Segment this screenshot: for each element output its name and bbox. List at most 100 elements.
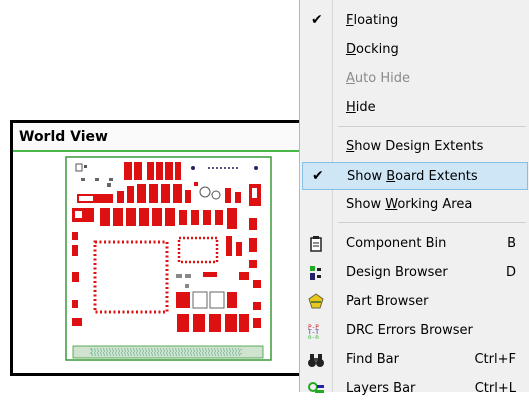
menu-item-label: Floating: [346, 13, 399, 28]
pad: [239, 272, 249, 280]
chip-footprint: [177, 236, 219, 264]
menu-item-label: Auto Hide: [346, 71, 410, 86]
pad: [124, 162, 132, 180]
menu-item-label: Component Bin: [346, 236, 447, 251]
menu-item-show-design-extents[interactable]: Show Design Extents: [302, 133, 528, 161]
fiducial: [84, 165, 87, 168]
pad: [72, 245, 78, 256]
layers-bar-icon: [307, 380, 325, 398]
pad: [177, 314, 189, 332]
pad: [72, 318, 82, 326]
menu-item-layers-bar[interactable]: Layers Bar Ctrl+L: [302, 375, 528, 403]
menu-item-shortcut: D: [505, 265, 516, 280]
pad: [179, 210, 187, 225]
world-view-canvas[interactable]: [13, 152, 307, 373]
pad: [107, 183, 111, 187]
menu-item-show-working-area[interactable]: Show Working Area: [302, 191, 528, 219]
pad: [225, 314, 237, 332]
pad: [109, 178, 113, 181]
menu-item-shortcut: Ctrl+L: [474, 381, 516, 396]
menu-item-label: DRC Errors Browser: [346, 323, 473, 338]
pad: [127, 186, 134, 203]
ring-pad: [199, 186, 211, 198]
drc-errors-icon: P-P T-T n-n: [307, 322, 325, 341]
pad: [149, 184, 158, 203]
pad: [81, 178, 85, 181]
menu-item-label: Show Design Extents: [346, 139, 484, 154]
pad: [176, 292, 190, 308]
pad: [139, 208, 149, 226]
menu-item-label: Find Bar: [346, 352, 399, 367]
world-view-titlebar[interactable]: World View: [13, 123, 307, 152]
pad: [95, 178, 99, 181]
menu-item-auto-hide: Auto Hide: [302, 65, 528, 93]
pad: [239, 314, 249, 332]
menu-item-label: Layers Bar: [346, 381, 416, 396]
menu-item-label: Show Board Extents: [347, 169, 478, 184]
pad: [75, 211, 82, 218]
pad: [227, 208, 237, 229]
pad: [161, 184, 170, 203]
world-view-title: World View: [19, 129, 108, 145]
pad: [72, 272, 79, 282]
menu-item-shortcut: B: [507, 236, 516, 251]
menu-separator: [338, 126, 526, 127]
pad: [209, 291, 225, 309]
pad: [249, 218, 257, 230]
pad: [253, 280, 261, 288]
pad: [165, 162, 173, 180]
menu-item-label: Design Browser: [346, 265, 448, 280]
design-browser-icon: [307, 264, 325, 282]
menu-item-shortcut: Ctrl+F: [474, 352, 516, 367]
pad: [253, 302, 261, 310]
pad: [185, 274, 191, 278]
ring-pad: [211, 190, 221, 200]
pad: [194, 182, 198, 186]
pad: [134, 162, 142, 180]
pad: [235, 192, 241, 203]
menu-item-design-browser[interactable]: Design Browser D: [302, 259, 528, 287]
pad: [173, 184, 182, 203]
menu-item-drc-errors-browser[interactable]: P-P T-T n-n DRC Errors Browser: [302, 317, 528, 345]
menu-item-show-board-extents[interactable]: ✔ Show Board Extents: [302, 162, 528, 190]
pad: [226, 236, 232, 256]
menu-item-docking[interactable]: Docking: [302, 36, 528, 64]
pad: [193, 314, 205, 332]
pad: [176, 274, 182, 278]
pad: [185, 190, 191, 203]
pad: [175, 162, 181, 180]
pad: [252, 188, 257, 198]
menu-item-find-bar[interactable]: Find Bar Ctrl+F: [302, 346, 528, 374]
pad: [215, 210, 223, 225]
pad: [147, 162, 154, 180]
menu-item-label: Docking: [346, 42, 399, 57]
menu-item-component-bin[interactable]: Component Bin B: [302, 230, 528, 258]
part-browser-icon: [307, 293, 325, 311]
component-bin-icon: [307, 235, 325, 253]
pad: [79, 196, 93, 201]
board-edge-strip: [72, 345, 264, 359]
pad: [152, 208, 162, 226]
pad: [126, 208, 136, 226]
pad: [209, 314, 221, 332]
pad: [192, 291, 208, 309]
pad: [100, 208, 110, 226]
pad: [253, 318, 261, 328]
pad: [249, 238, 257, 252]
pad: [236, 242, 242, 256]
menu-item-label: Part Browser: [346, 294, 429, 309]
pad: [249, 260, 257, 268]
context-menu[interactable]: ✔ Floating Docking Auto Hide Hide Show Design…: [299, 0, 529, 396]
pad: [203, 210, 211, 225]
menu-separator: [338, 222, 526, 223]
menu-item-hide[interactable]: Hide: [302, 94, 528, 122]
world-view-panel[interactable]: World View: [10, 120, 310, 376]
pad: [203, 272, 217, 277]
menu-item-label: Show Working Area: [346, 197, 473, 212]
menu-item-part-browser[interactable]: Part Browser: [302, 288, 528, 316]
checkmark-icon: ✔: [311, 12, 323, 28]
pad: [72, 300, 78, 308]
pad: [225, 188, 231, 203]
checkmark-icon: ✔: [312, 168, 324, 184]
menu-item-floating[interactable]: ✔ Floating: [302, 7, 528, 35]
